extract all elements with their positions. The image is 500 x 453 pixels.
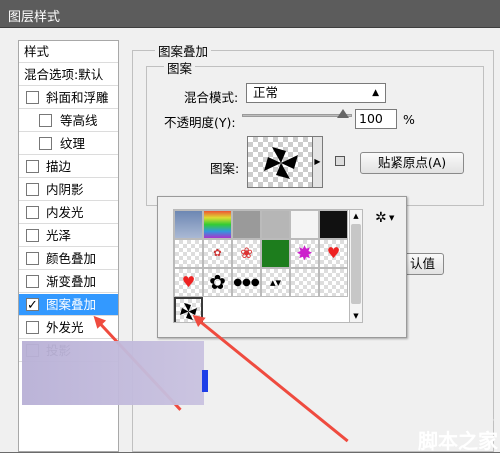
- pattern-swatch-green-leaves[interactable]: [261, 239, 290, 268]
- style-row-contour[interactable]: 等高线: [19, 110, 118, 132]
- checkbox-checked[interactable]: [26, 295, 39, 315]
- gear-icon[interactable]: ✲: [375, 210, 387, 226]
- pattern-swatch-black-marks[interactable]: ▴▾: [261, 268, 290, 297]
- pinwheel-icon: [264, 147, 298, 179]
- scroll-up-icon[interactable]: ▲: [350, 210, 362, 222]
- pattern-swatch-purple-burst[interactable]: ✸: [290, 239, 319, 268]
- style-row-pattern-overlay[interactable]: 图案叠加: [19, 294, 118, 316]
- watermark-line-2: 脚本之家: [418, 429, 498, 453]
- pattern-swatch-black[interactable]: [319, 210, 348, 239]
- pattern-grid-scrollbar[interactable]: ▲ ▼: [349, 209, 363, 323]
- blending-options-row[interactable]: 混合选项:默认: [19, 64, 118, 86]
- checkbox[interactable]: [39, 137, 52, 150]
- new-preset-icon[interactable]: [335, 156, 345, 166]
- scroll-thumb[interactable]: [351, 224, 361, 304]
- pattern-swatch-transparent[interactable]: [174, 239, 203, 268]
- style-row-satin[interactable]: 光泽: [19, 225, 118, 247]
- opacity-unit: %: [403, 112, 415, 127]
- pattern-swatch-black-flower[interactable]: ✿: [203, 268, 232, 297]
- style-label: 内阴影: [46, 182, 84, 197]
- pattern-swatch-dots-chain[interactable]: ●●●: [232, 268, 261, 297]
- pattern-swatch-colored-shapes[interactable]: ❀: [232, 239, 261, 268]
- pattern-swatch[interactable]: [247, 136, 313, 188]
- blue-marker: [202, 370, 208, 392]
- style-row-inner-shadow[interactable]: 内阴影: [19, 179, 118, 201]
- styles-header[interactable]: 样式: [19, 41, 118, 63]
- pattern-swatch-transparent[interactable]: [290, 268, 319, 297]
- pattern-swatch-flowers[interactable]: ✿: [203, 239, 232, 268]
- opacity-slider-thumb[interactable]: [337, 109, 349, 118]
- checkbox[interactable]: [26, 206, 39, 219]
- blend-mode-value: 正常: [253, 85, 279, 100]
- style-label: 斜面和浮雕: [46, 90, 109, 105]
- pattern-swatch-gray-clouds[interactable]: [174, 210, 203, 239]
- style-row-stroke[interactable]: 描边: [19, 156, 118, 178]
- style-row-texture[interactable]: 纹理: [19, 133, 118, 155]
- style-row-gradient-overlay[interactable]: 渐变叠加: [19, 271, 118, 293]
- pattern-grid: ✿ ❀ ✸ ♥ ♥ ✿ ●●● ▴▾: [173, 209, 353, 323]
- watermark: jb51.net 脚本之家: [418, 417, 498, 452]
- blend-mode-select[interactable]: 正常 ▲: [246, 83, 386, 103]
- checkbox[interactable]: [26, 183, 39, 196]
- checkbox[interactable]: [26, 229, 39, 242]
- style-label: 图案叠加: [46, 297, 97, 312]
- style-row-color-overlay[interactable]: 颜色叠加: [19, 248, 118, 270]
- checkbox[interactable]: [26, 252, 39, 265]
- pattern-swatch-white[interactable]: [290, 210, 319, 239]
- window-title: 图层样式: [8, 10, 61, 25]
- style-label: 颜色叠加: [46, 251, 97, 266]
- style-label: 内发光: [46, 205, 84, 220]
- style-label: 光泽: [46, 228, 72, 243]
- style-label: 等高线: [60, 113, 98, 128]
- pattern-swatch-gray-noise-2[interactable]: [261, 210, 290, 239]
- snap-to-origin-button[interactable]: 贴紧原点(A): [360, 152, 464, 174]
- redaction-blur: [22, 341, 204, 405]
- pattern-swatch-transparent[interactable]: [319, 268, 348, 297]
- opacity-slider[interactable]: [242, 114, 352, 117]
- style-label: 渐变叠加: [46, 274, 97, 289]
- checkbox[interactable]: [26, 275, 39, 288]
- scroll-down-icon[interactable]: ▼: [350, 310, 362, 322]
- style-label: 外发光: [46, 320, 84, 335]
- style-label: 描边: [46, 159, 72, 174]
- style-row-bevel[interactable]: 斜面和浮雕: [19, 87, 118, 109]
- style-label: 纹理: [60, 136, 86, 151]
- pattern-swatch-red-heart-1[interactable]: ♥: [319, 239, 348, 268]
- pattern-swatch-red-heart-2[interactable]: ♥: [174, 268, 203, 297]
- opacity-input[interactable]: 100: [355, 109, 397, 129]
- checkbox[interactable]: [26, 91, 39, 104]
- pattern-dropdown-button[interactable]: ▶: [313, 136, 323, 188]
- checkbox[interactable]: [39, 114, 52, 127]
- checkbox[interactable]: [26, 160, 39, 173]
- pattern-swatch-rainbow[interactable]: [203, 210, 232, 239]
- title-bar: 图层样式: [0, 0, 500, 28]
- opacity-label: 不透明度(Y):: [164, 115, 236, 130]
- style-row-inner-glow[interactable]: 内发光: [19, 202, 118, 224]
- blend-mode-label: 混合模式:: [184, 90, 239, 105]
- chevron-down-icon[interactable]: ▼: [389, 214, 394, 222]
- subgroup-title: 图案: [164, 58, 196, 77]
- pattern-swatch-gray-noise[interactable]: [232, 210, 261, 239]
- checkbox[interactable]: [26, 321, 39, 334]
- select-arrow-icon: ▲: [372, 88, 379, 98]
- pattern-label: 图案:: [210, 161, 240, 176]
